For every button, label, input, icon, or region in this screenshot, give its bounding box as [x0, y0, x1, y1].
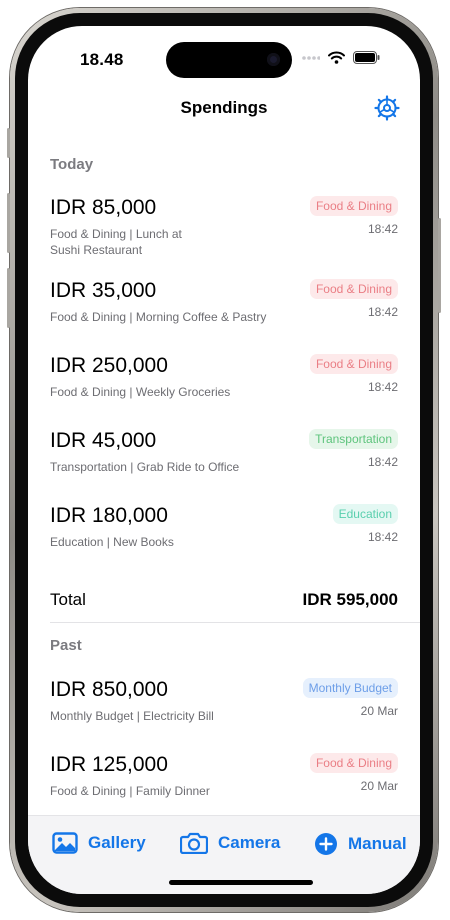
timestamp: 20 Mar	[360, 779, 398, 793]
category-badge: Food & Dining	[309, 753, 398, 773]
camera-label: Camera	[218, 833, 281, 852]
list-item[interactable]: IDR 250,000 Food & Dining | Weekly Groce…	[50, 354, 398, 400]
list-item[interactable]: IDR 180,000 Education | New Books Educat…	[50, 504, 398, 550]
category-badge: Food & Dining	[309, 354, 398, 374]
manual-button[interactable]: Manual	[314, 832, 407, 856]
gallery-label: Gallery	[88, 833, 146, 852]
status-time: 18.48	[80, 50, 124, 69]
list-item[interactable]: IDR 35,000 Food & Dining | Morning Coffe…	[50, 279, 398, 325]
category-badge: Monthly Budget	[302, 678, 398, 698]
manual-label: Manual	[348, 834, 407, 853]
phone-frame: 18.48 Spendings Today IDR 85,000 Food & …	[7, 8, 441, 912]
description: Food & Dining | Weekly Groceries	[50, 385, 231, 399]
description: Food & Dining | Morning Coffee & Pastry	[50, 310, 267, 324]
timestamp: 18:42	[367, 222, 398, 236]
description: Food & Dining | Lunch at Sushi Restauran…	[50, 227, 182, 257]
gear-icon	[374, 95, 400, 121]
timestamp: 18:42	[367, 305, 398, 319]
category-badge: Education	[332, 504, 398, 524]
dynamic-island	[166, 42, 292, 78]
cellular-icon	[302, 55, 320, 60]
section-heading-past: Past	[50, 637, 82, 654]
section-heading-today: Today	[50, 156, 94, 173]
bezel: 18.48 Spendings Today IDR 85,000 Food & …	[15, 13, 433, 907]
category-badge: Food & Dining	[309, 279, 398, 299]
description: Food & Dining | Family Dinner	[50, 784, 210, 798]
total-label: Total	[50, 590, 86, 609]
total-value: IDR 595,000	[302, 590, 398, 609]
timestamp: 18:42	[367, 530, 398, 544]
settings-button[interactable]	[374, 95, 400, 121]
home-indicator[interactable]	[169, 880, 313, 885]
list-item[interactable]: IDR 125,000 Food & Dining | Family Dinne…	[50, 753, 398, 799]
divider	[50, 622, 420, 623]
screen: 18.48 Spendings Today IDR 85,000 Food & …	[28, 26, 420, 894]
volume-up-button	[7, 193, 10, 253]
timestamp: 20 Mar	[360, 704, 398, 718]
bottom-toolbar: Gallery Camera Manual	[28, 815, 420, 894]
status-icons	[302, 51, 380, 64]
category-badge: Food & Dining	[309, 196, 398, 216]
description: Transportation | Grab Ride to Office	[50, 460, 240, 474]
description: Education | New Books	[50, 535, 174, 549]
front-camera-icon	[267, 53, 280, 66]
timestamp: 18:42	[367, 380, 398, 394]
list-item[interactable]: IDR 850,000 Monthly Budget | Electricity…	[50, 678, 398, 724]
list-item[interactable]: IDR 85,000 Food & Dining | Lunch at Sush…	[50, 196, 398, 258]
list-item[interactable]: IDR 45,000 Transportation | Grab Ride to…	[50, 429, 398, 475]
battery-icon	[353, 51, 380, 64]
plus-circle-icon	[315, 833, 337, 855]
description: Monthly Budget | Electricity Bill	[50, 709, 214, 723]
category-badge: Transportation	[309, 429, 398, 449]
camera-button[interactable]: Camera	[180, 832, 280, 854]
power-button	[438, 218, 441, 313]
action-button	[7, 128, 10, 158]
photo-icon	[52, 832, 78, 854]
volume-down-button	[7, 268, 10, 328]
wifi-icon	[328, 51, 345, 64]
page-title: Spendings	[180, 98, 268, 117]
gallery-button[interactable]: Gallery	[52, 832, 146, 854]
timestamp: 18:42	[367, 455, 398, 469]
camera-icon	[180, 832, 208, 854]
total-row: Total IDR 595,000	[50, 590, 398, 610]
